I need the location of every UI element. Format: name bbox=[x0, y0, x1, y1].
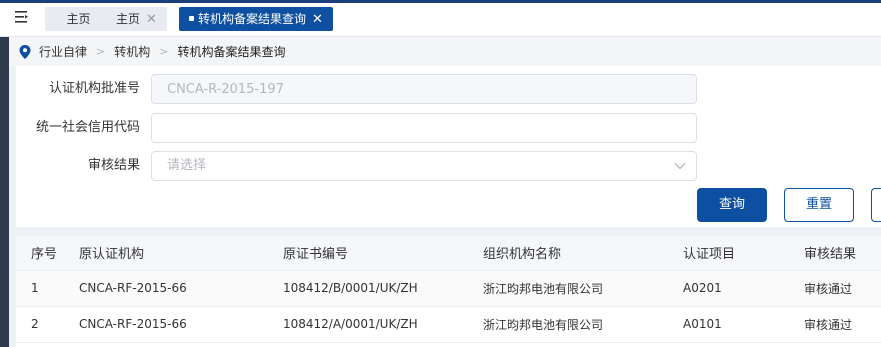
menu-toggle-icon[interactable] bbox=[14, 10, 30, 24]
approval-no-field[interactable] bbox=[151, 74, 697, 104]
tab-bar: 主页 主页 ✕ 转机构备案结果查询 ✕ bbox=[0, 0, 881, 37]
location-pin-icon bbox=[19, 44, 31, 59]
query-button[interactable]: 查询 bbox=[697, 188, 767, 222]
breadcrumb: 行业自律 > 转机构 > 转机构备案结果查询 bbox=[9, 37, 881, 66]
breadcrumb-item-industry[interactable]: 行业自律 bbox=[39, 43, 87, 60]
chevron-right-icon: > bbox=[96, 45, 106, 58]
close-icon[interactable]: ✕ bbox=[146, 8, 157, 32]
top-accent-line bbox=[0, 0, 881, 3]
form-row-approval-no: 认证机构批准号 bbox=[16, 74, 881, 104]
header-cert-project: 认证项目 bbox=[683, 236, 804, 271]
cell-cert-project: A0201 bbox=[683, 270, 804, 307]
more-button[interactable] bbox=[871, 188, 881, 222]
form-row-review-result: 审核结果 请选择 bbox=[16, 151, 881, 181]
cell-index: 1 bbox=[16, 270, 79, 307]
credit-code-field[interactable] bbox=[151, 113, 697, 143]
search-form: 认证机构批准号 统一社会信用代码 审核结果 请选择 查询 重置 bbox=[16, 66, 881, 227]
active-dot-icon bbox=[189, 16, 194, 21]
header-review-result: 审核结果 bbox=[804, 236, 881, 271]
cell-review-result: 审核通过 bbox=[804, 306, 881, 343]
header-original-cert-no: 原证书编号 bbox=[283, 236, 483, 271]
sidebar-edge bbox=[0, 37, 9, 347]
credit-code-label: 统一社会信用代码 bbox=[35, 120, 140, 135]
form-row-credit-code: 统一社会信用代码 bbox=[16, 113, 881, 143]
results-table: 序号 原认证机构 原证书编号 组织机构名称 认证项目 审核结果 1 CNCA-R… bbox=[16, 236, 881, 347]
tab-home-label: 主页 bbox=[66, 12, 91, 26]
tab-home[interactable]: 主页 bbox=[45, 7, 112, 31]
close-icon[interactable]: ✕ bbox=[312, 8, 323, 32]
approval-no-label: 认证机构批准号 bbox=[48, 81, 140, 96]
breadcrumb-item-current: 转机构备案结果查询 bbox=[177, 45, 286, 59]
header-original-org: 原认证机构 bbox=[79, 236, 283, 271]
cell-original-cert-no: 108412/A/0001/UK/ZH bbox=[283, 306, 483, 343]
cell-review-result: 审核通过 bbox=[804, 270, 881, 307]
header-org-name: 组织机构名称 bbox=[483, 236, 683, 271]
table-row[interactable]: 2 CNCA-RF-2015-66 108412/A/0001/UK/ZH 浙江… bbox=[16, 306, 881, 343]
cell-original-org: CNCA-RF-2015-66 bbox=[79, 306, 283, 343]
review-result-label: 审核结果 bbox=[87, 158, 140, 173]
cell-org-name: 浙江昀邦电池有限公司 bbox=[483, 270, 683, 307]
cell-cert-project: A0101 bbox=[683, 306, 804, 343]
table-row[interactable]: 1 CNCA-RF-2015-66 108412/B/0001/UK/ZH 浙江… bbox=[16, 270, 881, 307]
review-result-select[interactable]: 请选择 bbox=[151, 151, 697, 181]
cell-org-name: 浙江昀邦电池有限公司 bbox=[483, 306, 683, 343]
tab-transfer-query-label: 转机构备案结果查询 bbox=[198, 12, 307, 26]
tab-transfer-query[interactable]: 转机构备案结果查询 ✕ bbox=[179, 7, 333, 31]
reset-button[interactable]: 重置 bbox=[784, 188, 854, 222]
cell-original-org: CNCA-RF-2015-66 bbox=[79, 270, 283, 307]
tab-home-2[interactable]: 主页 ✕ bbox=[106, 7, 167, 31]
cell-original-cert-no: 108412/B/0001/UK/ZH bbox=[283, 270, 483, 307]
chevron-right-icon: > bbox=[159, 45, 169, 58]
chevron-down-icon bbox=[674, 163, 686, 170]
table-header-row: 序号 原认证机构 原证书编号 组织机构名称 认证项目 审核结果 bbox=[16, 236, 881, 271]
tab-home-2-label: 主页 bbox=[116, 12, 141, 26]
breadcrumb-item-transfer[interactable]: 转机构 bbox=[114, 43, 150, 60]
review-result-placeholder: 请选择 bbox=[167, 158, 207, 173]
cell-index: 2 bbox=[16, 306, 79, 343]
header-index: 序号 bbox=[16, 236, 79, 271]
